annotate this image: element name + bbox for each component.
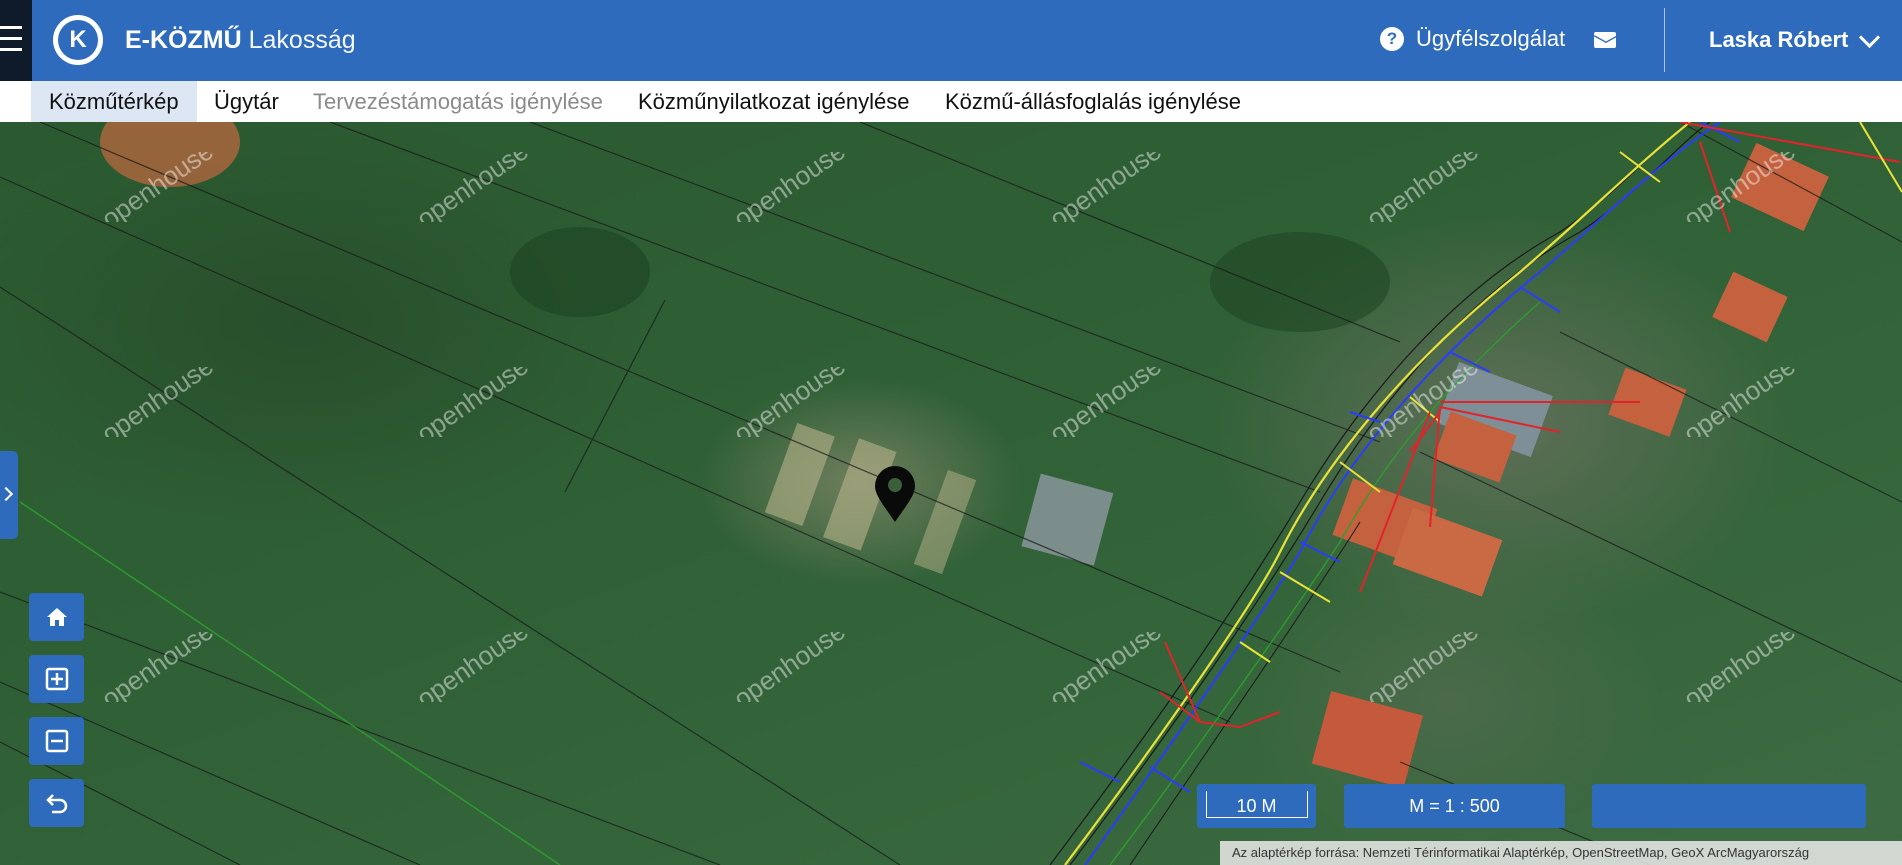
- coordinates-box: [1592, 784, 1866, 828]
- tab-ugytar[interactable]: Ügytár: [196, 81, 297, 122]
- home-button[interactable]: [29, 593, 84, 641]
- svg-text:openhouse: openhouse: [1044, 632, 1167, 702]
- svg-text:openhouse: openhouse: [1678, 632, 1801, 702]
- tree-shadow: [510, 227, 650, 317]
- watermark: openhouse: [1667, 367, 1817, 437]
- scale-ratio[interactable]: M = 1 : 500: [1344, 784, 1565, 828]
- home-icon: [46, 608, 67, 626]
- help-label: Ügyfélszolgálat: [1416, 26, 1566, 51]
- tab-kozmunyilatkozat[interactable]: Közműnyilatkozat igénylése: [620, 81, 927, 122]
- watermark: openhouse: [1667, 632, 1817, 702]
- watermark: openhouse: [1033, 367, 1183, 437]
- brand-name: E-KÖZMŰ: [125, 26, 242, 54]
- logo-letter: K: [58, 20, 98, 60]
- tree-shadow: [1210, 232, 1390, 332]
- svg-text:openhouse: openhouse: [1678, 367, 1801, 437]
- watermark: openhouse: [1033, 632, 1183, 702]
- watermark: openhouse: [1033, 152, 1183, 222]
- map-canvas[interactable]: openhouse openhouse openhouse openhouse …: [0, 122, 1902, 865]
- undo-button[interactable]: [29, 779, 84, 827]
- utility-yellow-line: [1859, 122, 1902, 193]
- scale-ratio-label: M = 1 : 500: [1409, 796, 1500, 816]
- svg-text:openhouse: openhouse: [728, 367, 851, 437]
- help-link[interactable]: ? Ügyfélszolgálat: [1380, 26, 1565, 52]
- watermark: openhouse: [85, 632, 235, 702]
- watermark: openhouse: [85, 367, 235, 437]
- svg-text:openhouse: openhouse: [411, 367, 534, 437]
- svg-text:openhouse: openhouse: [728, 152, 851, 222]
- zoom-out-button[interactable]: [29, 717, 84, 765]
- watermark: openhouse: [717, 632, 867, 702]
- building: [1311, 691, 1423, 789]
- building: [1712, 271, 1788, 343]
- svg-text:openhouse: openhouse: [1361, 152, 1484, 222]
- svg-text:openhouse: openhouse: [1044, 367, 1167, 437]
- building: [1392, 507, 1503, 597]
- zoom-in-icon: [45, 667, 68, 691]
- watermark: openhouse: [717, 367, 867, 437]
- svg-text:openhouse: openhouse: [411, 152, 534, 222]
- chevron-down-icon[interactable]: [1858, 26, 1881, 49]
- field-strip: [913, 469, 977, 575]
- tab-kozmuterkep[interactable]: Közműtérkép: [31, 81, 197, 122]
- svg-text:openhouse: openhouse: [1044, 152, 1167, 222]
- svg-text:openhouse: openhouse: [96, 367, 219, 437]
- mail-icon[interactable]: [1594, 32, 1616, 48]
- svg-text:openhouse: openhouse: [1361, 632, 1484, 702]
- main-nav: Közműtérkép Ügytár Tervezéstámogatás igé…: [0, 81, 1902, 122]
- watermark: openhouse: [1350, 632, 1500, 702]
- field-strip: [764, 422, 835, 526]
- user-name[interactable]: Laska Róbert: [1709, 27, 1848, 53]
- brand-subtitle: Lakosság: [248, 26, 356, 54]
- watermark: openhouse: [717, 152, 867, 222]
- watermark: openhouse: [1350, 152, 1500, 222]
- undo-icon: [45, 794, 67, 814]
- side-panel-toggle[interactable]: [0, 451, 18, 539]
- svg-text:openhouse: openhouse: [96, 152, 219, 222]
- building: [1021, 473, 1114, 566]
- map-overlay: [0, 122, 1902, 865]
- watermark: openhouse: [85, 152, 235, 222]
- menu-strip: [0, 0, 32, 81]
- zoom-in-button[interactable]: [29, 655, 84, 703]
- svg-text:openhouse: openhouse: [411, 632, 534, 702]
- tab-tervezestamogatas: Tervezéstámogatás igénylése: [313, 89, 603, 114]
- svg-text:openhouse: openhouse: [728, 632, 851, 702]
- question-icon: ?: [1380, 27, 1404, 51]
- zoom-out-icon: [45, 729, 68, 753]
- svg-text:openhouse: openhouse: [1361, 367, 1484, 437]
- top-bar: K E-KÖZMŰ Lakosság ? Ügyfélszolgálat Las…: [0, 0, 1902, 81]
- brand-title: E-KÖZMŰ Lakosság: [125, 26, 356, 55]
- scale-bar-line: [1206, 791, 1308, 818]
- map-attribution: Az alaptérkép forrása: Nemzeti Térinform…: [1220, 841, 1902, 865]
- hamburger-menu-icon[interactable]: [0, 26, 22, 54]
- watermark: openhouse: [1350, 367, 1500, 437]
- watermark: openhouse: [400, 632, 550, 702]
- header-divider: [1664, 8, 1665, 72]
- tab-kozmu-allasfoglalas[interactable]: Közmű-állásfoglalás igénylése: [927, 81, 1259, 122]
- map-pin-icon: [875, 466, 915, 522]
- app-logo[interactable]: K: [53, 15, 103, 65]
- svg-text:openhouse: openhouse: [96, 632, 219, 702]
- watermark: openhouse: [400, 152, 550, 222]
- watermark: openhouse: [1667, 152, 1817, 222]
- svg-text:openhouse: openhouse: [1678, 152, 1801, 222]
- watermark: openhouse: [400, 367, 550, 437]
